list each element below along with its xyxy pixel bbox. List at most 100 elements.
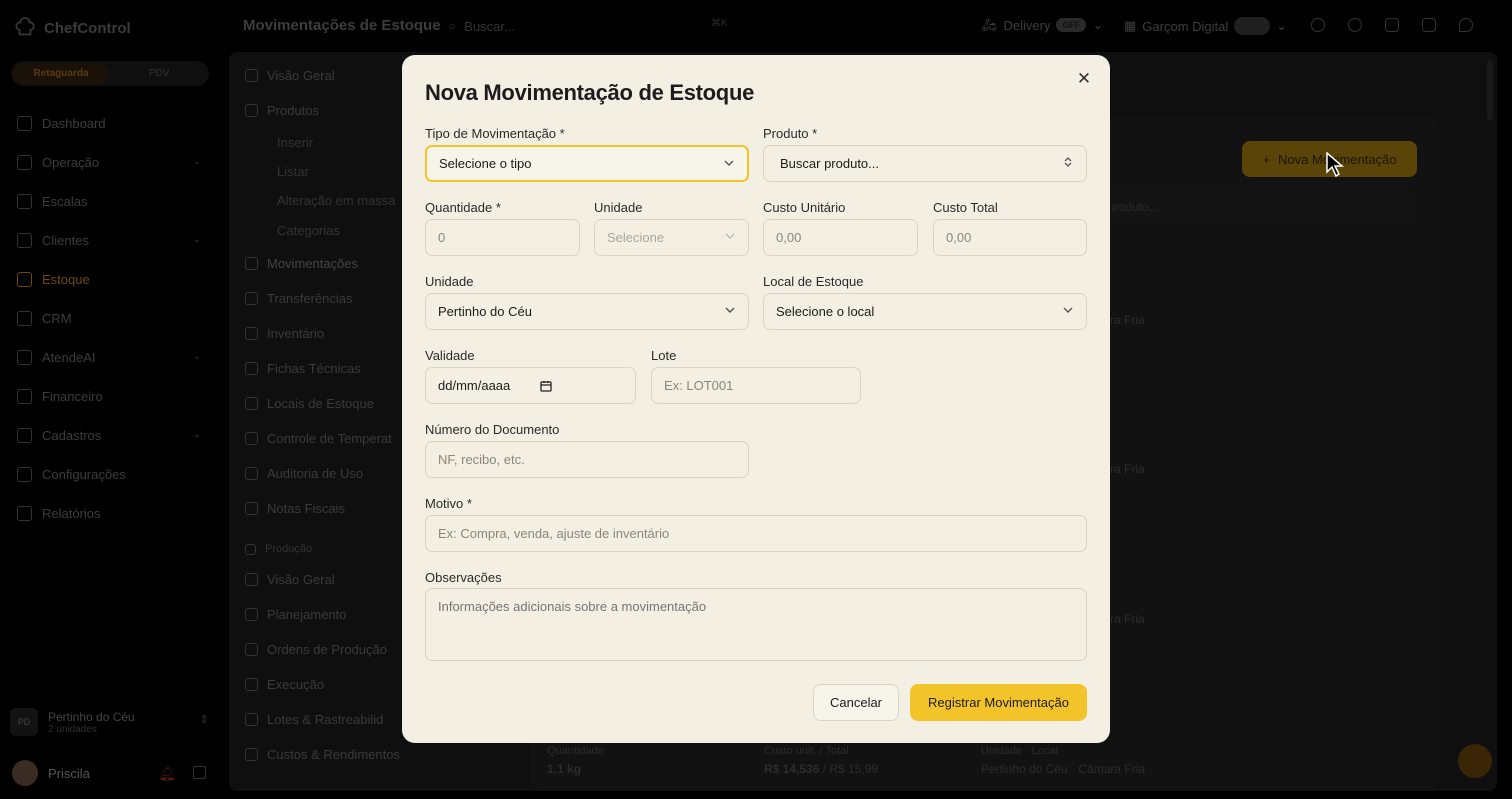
clipboard-icon xyxy=(17,155,32,170)
location-icon[interactable] xyxy=(1459,18,1473,32)
top-bar: Movimentações de Estoque ⌕ Buscar... ⌘K … xyxy=(229,0,1512,52)
user-name: Priscila xyxy=(48,765,90,781)
qr-icon[interactable] xyxy=(1422,18,1436,32)
validade-date-input[interactable]: dd/mm/aaaa xyxy=(425,367,636,404)
garcom-switch[interactable] xyxy=(1234,17,1271,35)
custo-total-input[interactable]: 0,00 xyxy=(933,219,1087,256)
unidade-medida-label: Unidade xyxy=(594,200,643,215)
subnav-label: Inventário xyxy=(267,326,325,341)
tipo-select[interactable]: Selecione o tipo xyxy=(425,145,749,182)
produto-combobox[interactable]: Buscar produto... xyxy=(763,145,1087,182)
bell-icon[interactable]: 🔔︎ xyxy=(158,765,176,782)
garcom-toggle[interactable]: ▦ Garçom Digital ⌄ xyxy=(1124,17,1287,35)
delivery-label: Delivery xyxy=(1003,17,1051,33)
subnav-auditoria[interactable]: Auditoria de Uso xyxy=(245,466,363,481)
sidebar-item-relatorios[interactable]: Relatórios xyxy=(0,494,229,533)
motivo-input[interactable]: Ex: Compra, venda, ajuste de inventário xyxy=(425,515,1087,552)
subnav-notas[interactable]: Notas Fiscais xyxy=(245,501,345,516)
sidebar-item-label: Dashboard xyxy=(42,116,106,131)
quantidade-input[interactable]: 0 xyxy=(425,219,580,256)
sidebar-item-operacao[interactable]: Operação ⌄ xyxy=(0,143,229,182)
subnav-custos[interactable]: Custos & Rendimentos xyxy=(245,747,400,762)
mode-pdv[interactable]: PDV xyxy=(109,68,209,79)
sidebar-item-label: Cadastros xyxy=(42,428,102,443)
calendar-icon[interactable] xyxy=(540,380,552,392)
chat-assistant-button[interactable] xyxy=(1458,744,1492,778)
delivery-toggle[interactable]: 🛵︎ Delivery OFF ⌄ xyxy=(981,17,1103,33)
chevron-down-icon: ⌄ xyxy=(1276,18,1288,33)
sidebar-item-dashboard[interactable]: Dashboard xyxy=(0,104,229,143)
subnav-produtos[interactable]: Produtos xyxy=(245,103,319,118)
register-movement-button[interactable]: Registrar Movimentação xyxy=(910,684,1087,721)
local-label: Local de Estoque xyxy=(763,274,864,289)
cancel-button[interactable]: Cancelar xyxy=(813,684,899,721)
chevron-updown-icon xyxy=(1064,157,1072,167)
check-icon[interactable] xyxy=(1348,18,1362,32)
megaphone-icon xyxy=(17,311,32,326)
user-profile[interactable]: Priscila 🔔︎ xyxy=(12,760,212,786)
subnav-execucao[interactable]: Execução xyxy=(245,677,324,692)
chevron-updown-icon: ⇕ xyxy=(199,714,209,726)
qty-label: Quantidade xyxy=(547,745,604,757)
subnav-lotes[interactable]: Lotes & Rastreabilid xyxy=(245,712,383,727)
mode-switch[interactable]: Retaguarda PDV xyxy=(11,61,209,86)
subnav-fichas[interactable]: Fichas Técnicas xyxy=(245,361,361,376)
sidebar-item-atendeai[interactable]: AtendeAI ⌄ xyxy=(0,338,229,377)
mouse-cursor-icon xyxy=(1326,152,1344,178)
subnav-label: Transferências xyxy=(267,291,353,306)
subnav-visao-geral[interactable]: Visão Geral xyxy=(245,68,335,83)
chat-icon[interactable] xyxy=(1311,18,1325,32)
subnav-prod-visao[interactable]: Visão Geral xyxy=(245,572,335,587)
wallet-icon[interactable] xyxy=(1385,18,1399,32)
sidebar-item-configuracoes[interactable]: Configurações xyxy=(0,455,229,494)
refresh-icon xyxy=(245,257,258,270)
sidebar-item-crm[interactable]: CRM xyxy=(0,299,229,338)
subnav-controle[interactable]: Controle de Temperat xyxy=(245,431,392,446)
product-search-input[interactable]: produto... xyxy=(1100,190,1417,224)
subnav-inventario[interactable]: Inventário xyxy=(245,326,324,341)
grid-icon: ▦ xyxy=(1124,18,1137,33)
org-switcher[interactable]: PD Pertinho do Céu 2 unidades ⇕ xyxy=(10,703,215,741)
subnav-alteracao[interactable]: Alteração em massa xyxy=(277,193,396,208)
observacoes-textarea[interactable] xyxy=(425,588,1087,661)
subnav-ordens[interactable]: Ordens de Produção xyxy=(245,642,387,657)
documento-label: Número do Documento xyxy=(425,422,560,437)
mode-retaguarda[interactable]: Retaguarda xyxy=(13,63,109,84)
page-title: Movimentações de Estoque xyxy=(243,17,441,34)
grid-icon xyxy=(245,69,258,82)
sidebar-item-cadastros[interactable]: Cadastros ⌄ xyxy=(0,416,229,455)
lote-input[interactable]: Ex: LOT001 xyxy=(651,367,861,404)
subnav-label: Controle de Temperat xyxy=(267,431,392,446)
subnav-movimentacoes[interactable]: Movimentações xyxy=(245,256,358,271)
sidebar-item-clientes[interactable]: Clientes ⌄ xyxy=(0,221,229,260)
unidade-select[interactable]: Pertinho do Céu xyxy=(425,293,749,330)
local-select[interactable]: Selecione o local xyxy=(763,293,1087,330)
custo-unitario-input[interactable]: 0,00 xyxy=(763,219,918,256)
sidebar-item-financeiro[interactable]: Financeiro xyxy=(0,377,229,416)
search-icon: ⌕ xyxy=(449,18,457,33)
chevron-down-icon: ⌄ xyxy=(192,156,201,167)
subnav-inserir[interactable]: Inserir xyxy=(277,135,313,150)
close-icon[interactable]: ✕ xyxy=(1074,69,1094,89)
observacoes-field[interactable] xyxy=(438,589,1082,660)
scrollbar[interactable] xyxy=(1487,60,1493,120)
chevron-down-icon xyxy=(1063,307,1073,313)
subnav-listar[interactable]: Listar xyxy=(277,164,309,179)
clipboard-check-icon xyxy=(245,467,258,480)
search-input[interactable]: ⌕ Buscar... xyxy=(445,9,735,43)
chevron-down-icon xyxy=(724,160,734,166)
documento-input[interactable]: NF, recibo, etc. xyxy=(425,441,749,478)
unidade-medida-value: Selecione xyxy=(607,230,665,245)
subnav-planejamento[interactable]: Planejamento xyxy=(245,607,347,622)
factory-icon xyxy=(245,543,256,555)
sidebar-toggle-icon[interactable] xyxy=(193,766,206,779)
subnav-categorias[interactable]: Categorias xyxy=(277,223,340,238)
subnav-locais[interactable]: Locais de Estoque xyxy=(245,396,374,411)
home-icon xyxy=(17,116,32,131)
sidebar-item-estoque[interactable]: Estoque xyxy=(0,260,229,299)
unidade-value: Pertinho do Céu xyxy=(438,304,532,319)
sidebar-item-escalas[interactable]: Escalas xyxy=(0,182,229,221)
wrench-icon xyxy=(245,678,258,691)
brand-logo: ChefControl xyxy=(14,17,131,39)
subnav-transferencias[interactable]: Transferências xyxy=(245,291,353,306)
